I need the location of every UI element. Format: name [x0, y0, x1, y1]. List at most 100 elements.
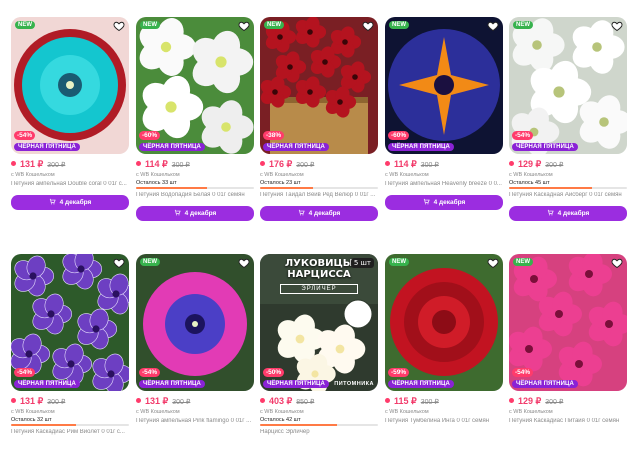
product-image[interactable]: NEW -38% ЧЁРНАЯ ПЯТНИЦА	[260, 17, 378, 154]
discount-badge: -50%	[263, 368, 285, 377]
delivery-date: 4 декабря	[557, 210, 590, 217]
wallet-dot-icon	[385, 161, 390, 166]
product-title[interactable]: Петуния ампельная Double coral 0 01г с..…	[11, 181, 129, 187]
black-friday-badge: ЧЁРНАЯ ПЯТНИЦА	[512, 143, 578, 151]
favorite-heart-icon[interactable]	[487, 20, 499, 32]
add-to-cart-button[interactable]: 4 декабря	[385, 195, 503, 210]
price: 403 ₽	[269, 396, 293, 406]
new-badge: NEW	[389, 258, 409, 266]
product-card[interactable]: NEW -54% ЧЁРНАЯ ПЯТНИЦА 129 ₽ 300 ₽ с WB …	[509, 254, 627, 424]
product-image[interactable]: NEW -54% ЧЁРНАЯ ПЯТНИЦА	[509, 17, 627, 154]
product-image[interactable]: -54% ЧЁРНАЯ ПЯТНИЦА	[11, 254, 129, 391]
product-card[interactable]: NEW -54% ЧЁРНАЯ ПЯТНИЦА 131 ₽ 300 ₽ с WB …	[136, 254, 254, 424]
product-card[interactable]: ЛУКОВИЦЫ НАРЦИССА 5 шт ЭРЛИЧЕР ПИТОМНИКА…	[260, 254, 378, 435]
price-row: 129 ₽ 300 ₽	[509, 159, 627, 170]
product-image[interactable]: ЛУКОВИЦЫ НАРЦИССА 5 шт ЭРЛИЧЕР ПИТОМНИКА…	[260, 254, 378, 391]
cart-icon	[423, 198, 430, 207]
product-title[interactable]: Петуния Каскадиас Питайя 0 01г семян	[509, 418, 627, 424]
product-card[interactable]: NEW -60% ЧЁРНАЯ ПЯТНИЦА 114 ₽ 300 ₽ с WB …	[136, 17, 254, 221]
price: 114 ₽	[145, 159, 168, 169]
product-card[interactable]: NEW -54% ЧЁРНАЯ ПЯТНИЦА 129 ₽ 300 ₽ с WB …	[509, 17, 627, 221]
add-to-cart-button[interactable]: 4 декабря	[509, 206, 627, 221]
black-friday-badge: ЧЁРНАЯ ПЯТНИЦА	[388, 380, 454, 388]
price-row: 131 ₽ 300 ₽	[11, 396, 129, 407]
product-image[interactable]: NEW -54% ЧЁРНАЯ ПЯТНИЦА	[509, 254, 627, 391]
product-title[interactable]: Петуния Каскадиас Рим Виолет 0 01г с...	[11, 429, 129, 435]
product-title[interactable]: Петуния Тумбелина Инга 0 01г семян	[385, 418, 503, 424]
product-image[interactable]: NEW -54% ЧЁРНАЯ ПЯТНИЦА	[11, 17, 129, 154]
favorite-heart-icon[interactable]	[611, 20, 623, 32]
product-image[interactable]: NEW -60% ЧЁРНАЯ ПЯТНИЦА	[385, 17, 503, 154]
new-badge: NEW	[264, 21, 284, 29]
add-to-cart-button[interactable]: 4 декабря	[260, 206, 378, 221]
price: 131 ₽	[20, 396, 44, 406]
old-price: 300 ₽	[171, 162, 190, 169]
product-title[interactable]: Петуния ампельная Heavenly breeze 0 0...	[385, 181, 503, 187]
black-friday-badge: ЧЁРНАЯ ПЯТНИЦА	[14, 380, 80, 388]
price-row: 403 ₽ 850 ₽	[260, 396, 378, 407]
favorite-heart-icon[interactable]	[238, 257, 250, 269]
wallet-note: с WB Кошельком	[509, 172, 553, 178]
wallet-dot-icon	[509, 398, 514, 403]
old-price: 300 ₽	[545, 162, 564, 169]
favorite-heart-icon[interactable]	[113, 20, 125, 32]
new-badge: NEW	[140, 258, 160, 266]
product-title[interactable]: Петуния Тайдал Вейв Ред Велюр 0 01г ...	[260, 192, 378, 198]
product-card[interactable]: NEW -54% ЧЁРНАЯ ПЯТНИЦА 131 ₽ 300 ₽ с WB …	[11, 17, 129, 210]
product-image[interactable]: NEW -60% ЧЁРНАЯ ПЯТНИЦА	[136, 17, 254, 154]
stock-bar	[11, 424, 129, 426]
delivery-date: 4 декабря	[59, 199, 92, 206]
wallet-note: с WB Кошельком	[385, 172, 429, 178]
wallet-dot-icon	[11, 161, 16, 166]
black-friday-badge: ЧЁРНАЯ ПЯТНИЦА	[139, 143, 205, 151]
price: 129 ₽	[518, 396, 542, 406]
product-card[interactable]: NEW -38% ЧЁРНАЯ ПЯТНИЦА 176 ₽ 300 ₽ с WB …	[260, 17, 378, 221]
price: 129 ₽	[518, 159, 542, 169]
product-card[interactable]: NEW -59% ЧЁРНАЯ ПЯТНИЦА 115 ₽ 300 ₽ с WB …	[385, 254, 503, 424]
black-friday-badge: ЧЁРНАЯ ПЯТНИЦА	[139, 380, 205, 388]
favorite-heart-icon[interactable]	[238, 20, 250, 32]
black-friday-badge: ЧЁРНАЯ ПЯТНИЦА	[263, 380, 329, 388]
wallet-note: с WB Кошельком	[260, 172, 304, 178]
wallet-note: с WB Кошельком	[136, 409, 180, 415]
black-friday-badge: ЧЁРНАЯ ПЯТНИЦА	[388, 143, 454, 151]
promo-count: 5 шт	[350, 258, 374, 268]
cart-icon	[174, 209, 181, 218]
price-row: 115 ₽ 300 ₽	[385, 396, 503, 407]
product-card[interactable]: -54% ЧЁРНАЯ ПЯТНИЦА 131 ₽ 300 ₽ с WB Кош…	[11, 254, 129, 435]
product-title[interactable]: Петуния Водопадия Белая 0 01г семян	[136, 192, 254, 198]
promo-bottom-label: ПИТОМНИКА	[334, 381, 374, 387]
wallet-dot-icon	[260, 398, 265, 403]
old-price: 300 ₽	[47, 162, 66, 169]
old-price: 300 ₽	[545, 399, 564, 406]
product-image[interactable]: NEW -54% ЧЁРНАЯ ПЯТНИЦА	[136, 254, 254, 391]
old-price: 850 ₽	[296, 399, 315, 406]
favorite-heart-icon[interactable]	[611, 257, 623, 269]
product-image[interactable]: NEW -59% ЧЁРНАЯ ПЯТНИЦА	[385, 254, 503, 391]
favorite-heart-icon[interactable]	[487, 257, 499, 269]
stock-left: Осталось 23 шт	[260, 180, 301, 186]
new-badge: NEW	[15, 21, 35, 29]
product-card[interactable]: NEW -60% ЧЁРНАЯ ПЯТНИЦА 114 ₽ 300 ₽ с WB …	[385, 17, 503, 210]
favorite-heart-icon[interactable]	[113, 257, 125, 269]
product-title[interactable]: Петуния ампельная Pink flamingo 0 01г ..…	[136, 418, 254, 424]
product-title[interactable]: Нарцисс Эрличер	[260, 429, 378, 435]
discount-badge: -54%	[512, 368, 534, 377]
favorite-heart-icon[interactable]	[362, 20, 374, 32]
price: 176 ₽	[269, 159, 293, 169]
wallet-note: с WB Кошельком	[11, 172, 55, 178]
stock-bar	[260, 187, 378, 189]
price: 131 ₽	[20, 159, 44, 169]
wallet-note: с WB Кошельком	[11, 409, 55, 415]
black-friday-badge: ЧЁРНАЯ ПЯТНИЦА	[263, 143, 329, 151]
add-to-cart-button[interactable]: 4 декабря	[11, 195, 129, 210]
wallet-note: с WB Кошельком	[136, 172, 180, 178]
wallet-note: с WB Кошельком	[260, 409, 304, 415]
new-badge: NEW	[140, 21, 160, 29]
stock-bar	[136, 187, 254, 189]
cart-icon	[547, 209, 554, 218]
promo-subtitle: ЭРЛИЧЕР	[280, 284, 358, 294]
stock-bar-fill	[136, 187, 207, 189]
product-title[interactable]: Петуния Каскадная Айсберг 0 01г семян	[509, 192, 627, 198]
add-to-cart-button[interactable]: 4 декабря	[136, 206, 254, 221]
